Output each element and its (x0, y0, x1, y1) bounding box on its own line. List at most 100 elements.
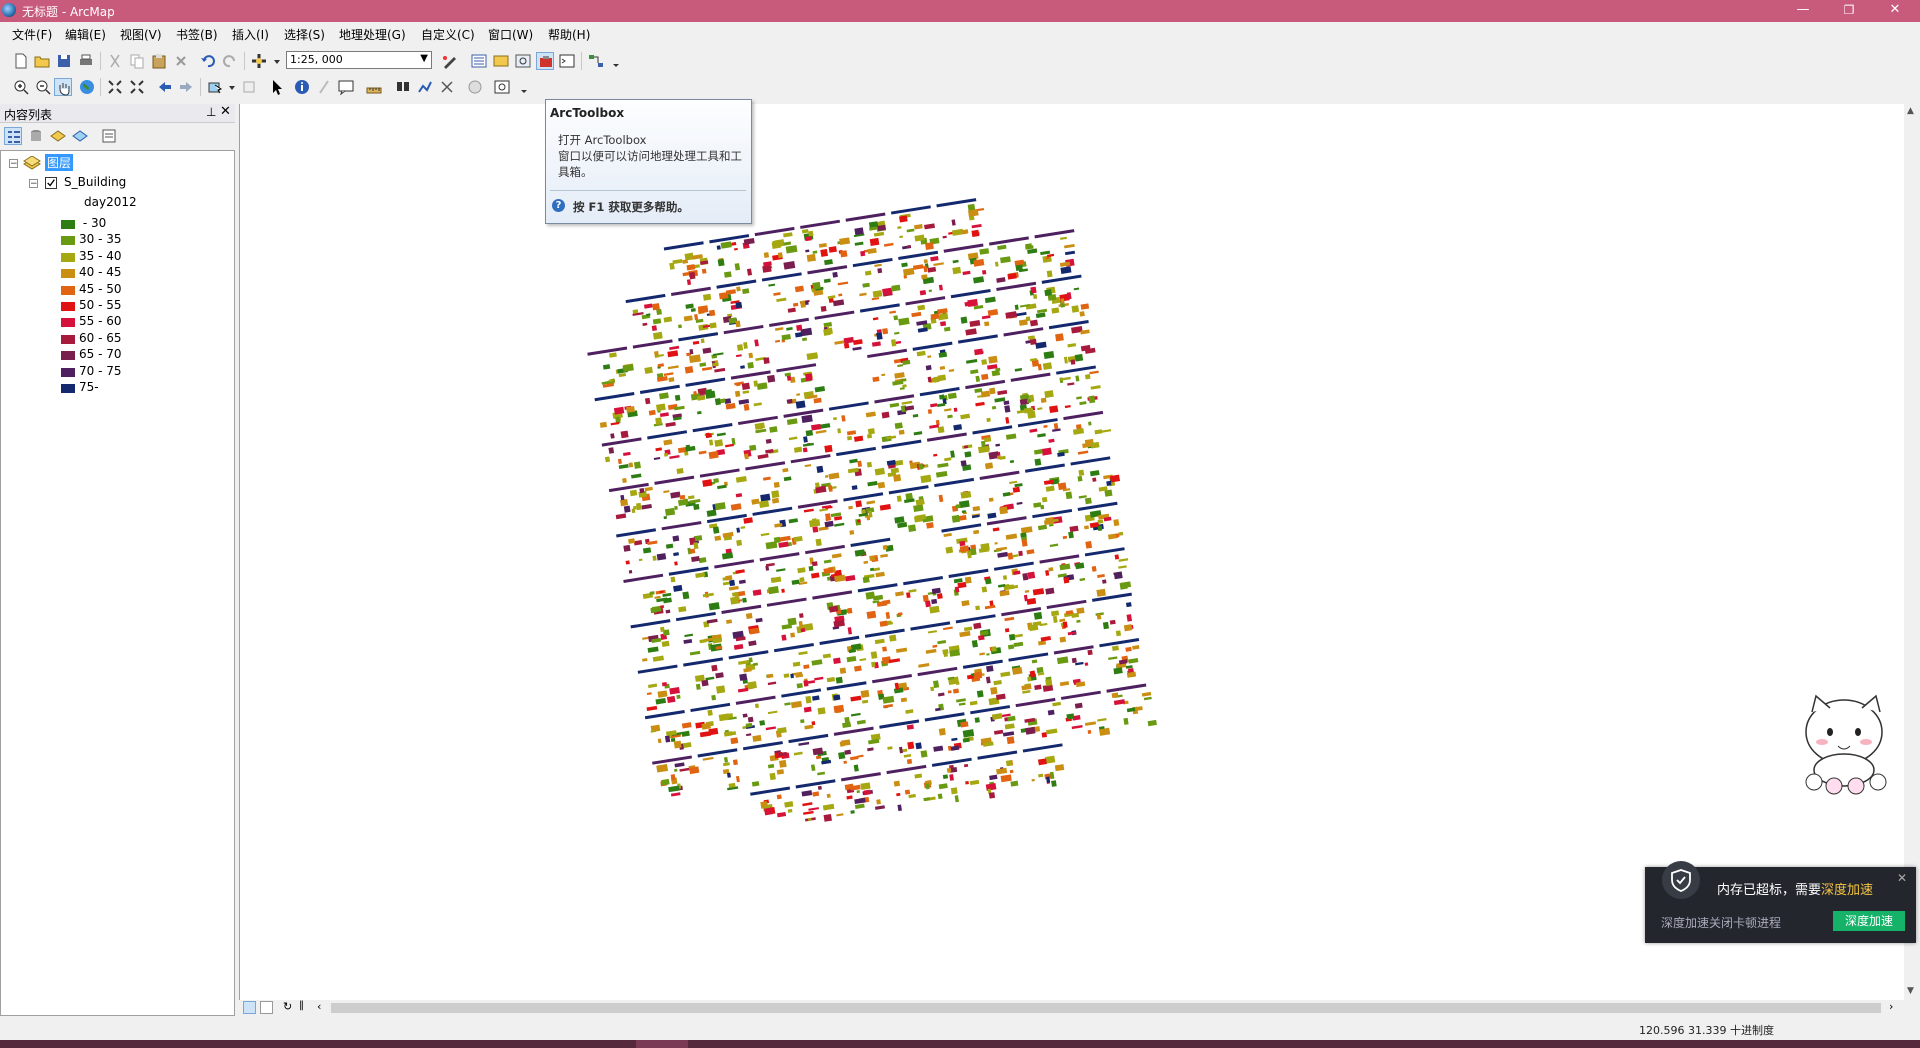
legend-swatch[interactable] (61, 236, 75, 246)
table-of-contents-icon[interactable] (470, 52, 488, 70)
deep-accelerate-button[interactable]: 深度加速 (1833, 911, 1905, 931)
collapse-icon[interactable]: − (29, 179, 38, 189)
legend-swatch[interactable] (61, 285, 75, 295)
minimize-button[interactable]: — (1780, 0, 1826, 22)
pause-drawing-icon[interactable]: ‖ (299, 1000, 304, 1011)
toolbar-options-icon[interactable] (607, 52, 619, 70)
menu-view[interactable]: 视图(V) (120, 26, 162, 43)
close-button[interactable]: ✕ (1872, 0, 1918, 22)
arctoolbox-icon[interactable] (536, 52, 554, 70)
list-by-selection-icon[interactable] (71, 127, 89, 145)
collapse-icon[interactable]: − (9, 159, 18, 169)
editor-toolbar-icon[interactable] (441, 52, 459, 70)
identify-icon[interactable] (293, 78, 311, 96)
full-extent-icon[interactable] (78, 78, 96, 96)
time-slider-icon[interactable] (466, 78, 484, 96)
search-window-icon[interactable] (514, 52, 532, 70)
notification-message-text: 内存已超标，需要 (1717, 883, 1822, 898)
close-icon[interactable]: ✕ (1897, 871, 1907, 885)
layer-visibility-checkbox[interactable] (45, 177, 57, 189)
taskbar-app-button[interactable] (636, 1040, 688, 1048)
maximize-button[interactable]: ❐ (1826, 0, 1872, 22)
undo-icon[interactable] (199, 52, 217, 70)
tooltip-line1: 打开 ArcToolbox (558, 133, 647, 147)
find-route-icon[interactable] (416, 78, 434, 96)
tools-toolbar-options-icon[interactable] (515, 78, 527, 96)
measure-icon[interactable] (365, 78, 383, 96)
toc-options-icon[interactable] (100, 127, 118, 145)
menu-geoprocessing[interactable]: 地理处理(G) (339, 26, 406, 43)
select-elements-icon[interactable] (268, 78, 286, 96)
model-builder-icon[interactable] (587, 52, 605, 70)
legend-swatch[interactable] (61, 269, 75, 279)
cut-icon[interactable] (106, 52, 124, 70)
add-data-dropdown-icon[interactable] (268, 52, 280, 70)
refresh-icon[interactable]: ↻ (283, 1000, 292, 1013)
save-icon[interactable] (55, 52, 73, 70)
scroll-down-icon[interactable]: ▼ (1907, 986, 1914, 996)
zoom-out-icon[interactable] (34, 78, 52, 96)
menu-file[interactable]: 文件(F) (12, 26, 52, 43)
pan-icon[interactable] (54, 78, 72, 96)
find-icon[interactable] (394, 78, 412, 96)
list-by-visibility-icon[interactable] (49, 127, 67, 145)
copy-icon[interactable] (128, 52, 146, 70)
menu-selection[interactable]: 选择(S) (284, 26, 325, 43)
hyperlink-icon[interactable] (315, 78, 333, 96)
arcmap-app-icon (2, 3, 16, 17)
select-features-icon[interactable] (206, 78, 224, 96)
add-data-icon[interactable] (250, 52, 268, 70)
legend-swatch[interactable] (61, 252, 75, 262)
delete-icon[interactable] (172, 52, 190, 70)
layout-view-icon[interactable] (260, 1001, 273, 1014)
select-dropdown-icon[interactable] (223, 78, 235, 96)
catalog-icon[interactable] (492, 52, 510, 70)
html-popup-icon[interactable] (337, 78, 355, 96)
layer-name[interactable]: S_Building (64, 175, 126, 189)
paste-icon[interactable] (150, 52, 168, 70)
legend-swatch[interactable] (61, 318, 75, 328)
map-display[interactable] (239, 104, 1905, 1000)
go-forward-icon[interactable] (177, 78, 195, 96)
python-window-icon[interactable] (558, 52, 576, 70)
close-icon[interactable]: ✕ (220, 104, 231, 119)
open-folder-icon[interactable] (33, 52, 51, 70)
map-bottom-bar: ↻ ‖ ‹ › (239, 1000, 1920, 1016)
tooltip-line2: 窗口以便可以访问地理处理工具和工具箱。 (558, 149, 742, 179)
fixed-zoom-out-icon[interactable] (128, 78, 146, 96)
list-by-drawing-order-icon[interactable] (4, 127, 22, 145)
horizontal-scrollbar[interactable] (331, 1003, 1881, 1013)
map-scale-select[interactable]: 1:25, 000 ▼ (286, 51, 432, 69)
toc-tree: − 图层 − S_Building day2012 - 30 30 - 35 35 … (0, 150, 235, 1016)
create-viewer-window-icon[interactable] (493, 78, 511, 96)
menu-edit[interactable]: 编辑(E) (65, 26, 106, 43)
fixed-zoom-in-icon[interactable] (106, 78, 124, 96)
legend-swatch[interactable] (61, 302, 75, 311)
new-document-icon[interactable] (12, 52, 30, 70)
print-icon[interactable] (77, 52, 95, 70)
menu-windows[interactable]: 窗口(W) (488, 26, 533, 43)
pin-icon[interactable]: ⊥ (206, 105, 216, 119)
legend-swatch[interactable] (61, 384, 75, 393)
legend-swatch[interactable] (61, 351, 75, 361)
menu-customize[interactable]: 自定义(C) (421, 26, 475, 43)
redo-icon[interactable] (221, 52, 239, 70)
window-title: 无标题 - ArcMap (22, 5, 115, 19)
scroll-up-icon[interactable]: ▲ (1907, 106, 1914, 116)
legend-swatch[interactable] (61, 220, 75, 229)
zoom-in-icon[interactable] (12, 78, 30, 96)
list-by-source-icon[interactable] (27, 127, 45, 145)
menu-help[interactable]: 帮助(H) (548, 26, 590, 43)
legend-swatch[interactable] (61, 367, 75, 377)
scroll-right-icon[interactable]: › (1889, 1000, 1893, 1013)
menu-bookmarks[interactable]: 书签(B) (176, 26, 218, 43)
scroll-left-icon[interactable]: ‹ (317, 1000, 321, 1013)
menu-insert[interactable]: 插入(I) (232, 26, 269, 43)
legend-swatch[interactable] (61, 334, 75, 344)
data-view-icon[interactable] (243, 1001, 256, 1014)
legend-label: 30 - 35 (79, 232, 122, 247)
vertical-scrollbar[interactable]: ▲ ▼ (1904, 104, 1920, 1000)
clear-selection-icon[interactable] (240, 78, 258, 96)
go-to-xy-icon[interactable] (438, 78, 456, 96)
go-back-icon[interactable] (156, 78, 174, 96)
